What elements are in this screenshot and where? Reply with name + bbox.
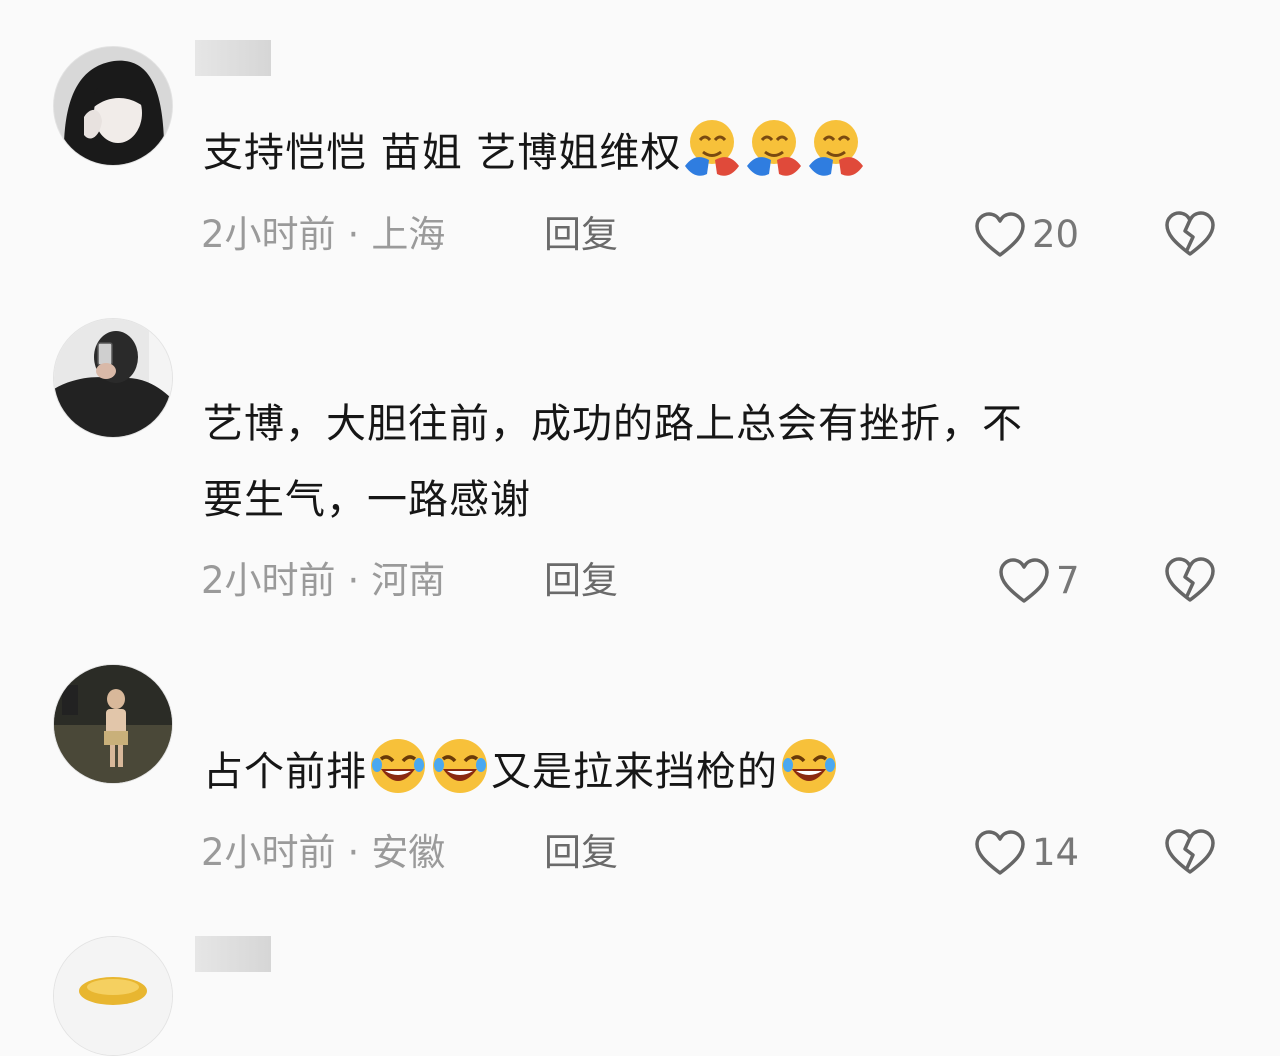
comment-time: 2小时前 xyxy=(201,559,336,602)
comment-text-1: 支持恺恺 苗姐 艺博姐维权 xyxy=(203,116,867,190)
comment-text-segment: 支持恺恺 苗姐 艺博姐维权 xyxy=(203,130,682,176)
meta-separator: · xyxy=(347,559,360,602)
comment-meta-2: 2小时前 · 河南 xyxy=(201,556,445,606)
user-avatar-2[interactable] xyxy=(53,318,173,438)
comment-time: 2小时前 xyxy=(201,831,336,874)
like-count: 7 xyxy=(1056,559,1080,602)
comment-location: 上海 xyxy=(371,213,446,256)
comment-location: 河南 xyxy=(371,559,446,602)
rolling-laughing-emoji xyxy=(433,739,487,793)
comment-text-segment: 又是拉来挡枪的 xyxy=(491,749,778,795)
like-button[interactable]: 14 xyxy=(974,828,1079,878)
heart-outline-icon xyxy=(975,212,1025,257)
broken-heart-icon[interactable] xyxy=(1164,556,1216,604)
hugging-face-emoji xyxy=(747,120,802,176)
meta-separator: · xyxy=(347,213,360,256)
like-count: 20 xyxy=(1032,213,1080,256)
comment-text-segment: 占个前排 xyxy=(203,749,367,795)
comment-meta-3: 2小时前 · 安徽 xyxy=(201,828,445,878)
hugging-face-emoji xyxy=(809,120,864,176)
comment-time: 2小时前 xyxy=(201,213,336,256)
user-avatar-4[interactable] xyxy=(53,936,173,1056)
comment-text-2-line-2: 要生气，一路感谢 xyxy=(203,477,531,523)
rolling-laughing-emoji xyxy=(371,739,425,793)
user-avatar-1[interactable] xyxy=(53,46,173,166)
rolling-laughing-emoji xyxy=(782,739,836,793)
username-redacted-2 xyxy=(195,318,335,330)
broken-heart-icon[interactable] xyxy=(1164,210,1216,258)
meta-separator: · xyxy=(347,831,360,874)
like-count: 14 xyxy=(1032,831,1080,874)
comment-location: 安徽 xyxy=(371,831,446,874)
comment-text-3: 占个前排 又是拉来挡枪的 xyxy=(203,735,840,809)
hugging-face-emoji xyxy=(685,120,740,176)
comment-meta-1: 2小时前 · 上海 xyxy=(201,210,445,260)
heart-outline-icon xyxy=(975,830,1025,875)
reply-button[interactable]: 回复 xyxy=(544,556,618,606)
username-redacted-1 xyxy=(195,40,271,76)
reply-button[interactable]: 回复 xyxy=(544,210,618,260)
broken-heart-icon[interactable] xyxy=(1164,828,1216,876)
heart-outline-icon xyxy=(999,558,1049,603)
comment-text-2-line-1: 艺博，大胆往前，成功的路上总会有挫折，不 xyxy=(203,401,1023,447)
username-redacted-4 xyxy=(195,936,271,972)
like-button[interactable]: 7 xyxy=(998,556,1080,606)
reply-button[interactable]: 回复 xyxy=(544,828,618,878)
like-button[interactable]: 20 xyxy=(974,210,1079,260)
user-avatar-3[interactable] xyxy=(53,664,173,784)
